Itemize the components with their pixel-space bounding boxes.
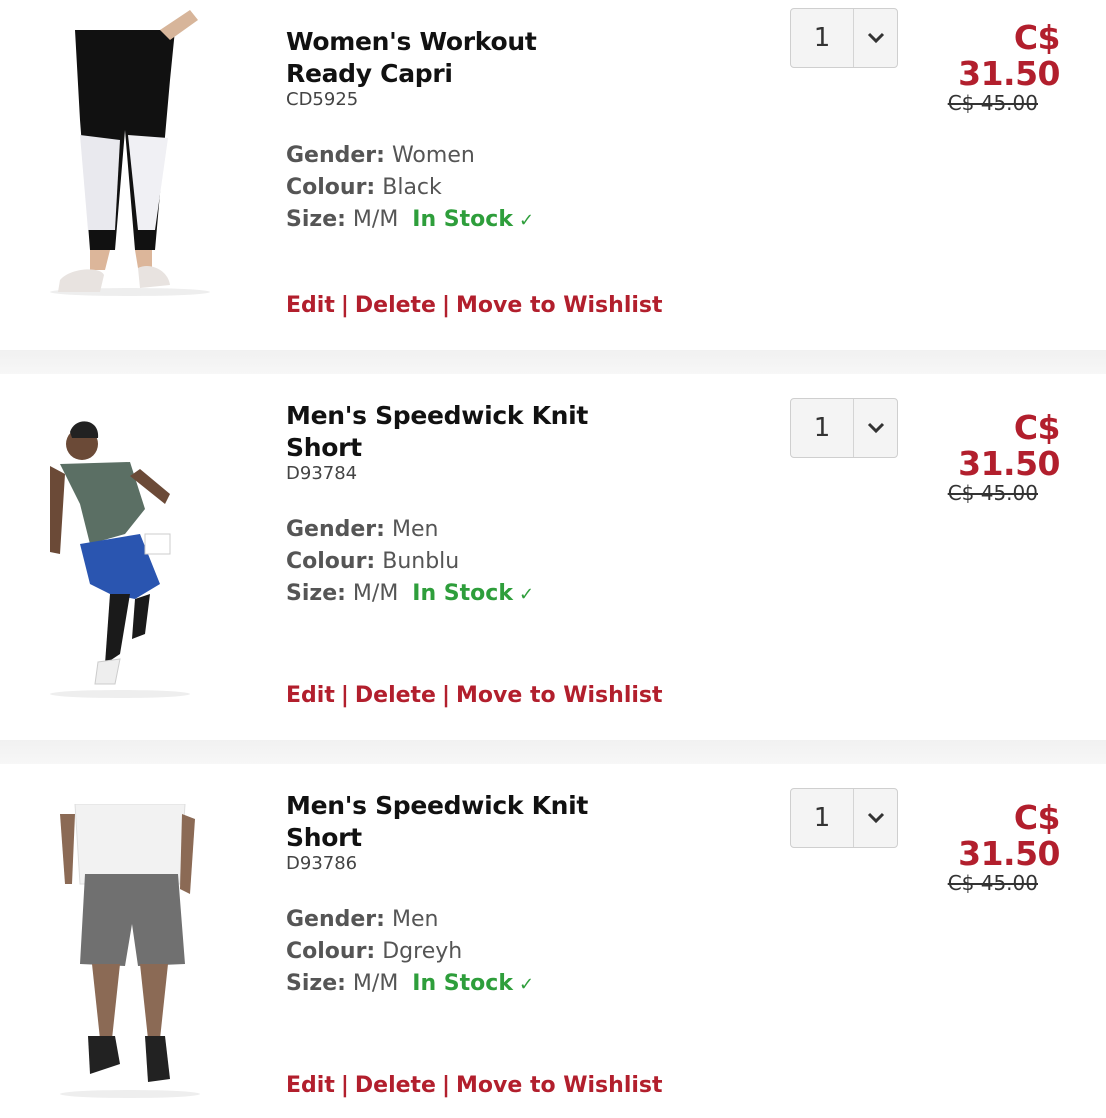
price-block: C$ 31.50 C$ 45.00 <box>910 18 1061 115</box>
sale-price: C$ 31.50 <box>958 408 1060 483</box>
chevron-down-icon[interactable] <box>854 399 897 457</box>
product-attributes: Gender: Women Colour: Black Size: M/M In … <box>286 140 646 237</box>
check-icon: ✓ <box>518 584 535 605</box>
original-price: C$ 45.00 <box>947 871 1038 895</box>
product-name[interactable]: Men's Speedwick Knit Short <box>286 790 626 854</box>
quantity-value: 1 <box>791 9 854 67</box>
colour-label: Colour: <box>286 549 376 574</box>
product-name[interactable]: Men's Speedwick Knit Short <box>286 400 626 464</box>
action-separator: | <box>340 1073 349 1098</box>
move-to-wishlist-link[interactable]: Move to Wishlist <box>456 683 662 708</box>
item-actions: Edit | Delete | Move to Wishlist <box>286 683 663 708</box>
size-value: M/M <box>352 581 399 606</box>
stock-status-label: In Stock <box>412 207 513 232</box>
price-block: C$ 31.50 C$ 45.00 <box>910 798 1061 895</box>
product-info: Men's Speedwick Knit Short D93784 Gender… <box>286 400 646 611</box>
item-divider <box>0 740 1106 764</box>
action-separator: | <box>441 293 451 318</box>
original-price: C$ 45.00 <box>947 91 1038 115</box>
gender-label: Gender: <box>286 517 385 542</box>
price-block: C$ 31.50 C$ 45.00 <box>910 408 1061 505</box>
sale-price: C$ 31.50 <box>958 18 1060 93</box>
check-icon: ✓ <box>518 974 535 995</box>
quantity-select[interactable]: 1 <box>790 788 898 848</box>
item-actions: Edit | Delete | Move to Wishlist <box>286 1073 663 1098</box>
delete-link[interactable]: Delete <box>355 1073 436 1098</box>
size-value: M/M <box>352 971 399 996</box>
stock-status-label: In Stock <box>412 581 513 606</box>
gender-label: Gender: <box>286 143 385 168</box>
stock-status: In Stock ✓ <box>412 581 534 606</box>
quantity-value: 1 <box>791 399 854 457</box>
stock-status-label: In Stock <box>412 971 513 996</box>
quantity-select[interactable]: 1 <box>790 398 898 458</box>
product-image[interactable] <box>20 0 255 300</box>
stock-status: In Stock ✓ <box>412 207 534 232</box>
original-price: C$ 45.00 <box>947 481 1038 505</box>
action-separator: | <box>441 683 451 708</box>
quantity-value: 1 <box>791 789 854 847</box>
move-to-wishlist-link[interactable]: Move to Wishlist <box>456 1073 662 1098</box>
gender-label: Gender: <box>286 907 385 932</box>
edit-link[interactable]: Edit <box>286 293 335 318</box>
chevron-down-icon[interactable] <box>854 9 897 67</box>
colour-label: Colour: <box>286 175 376 200</box>
quantity-select[interactable]: 1 <box>790 8 898 68</box>
product-sku: D93786 <box>286 853 358 874</box>
colour-label: Colour: <box>286 939 376 964</box>
gender-value: Men <box>391 907 439 932</box>
move-to-wishlist-link[interactable]: Move to Wishlist <box>456 293 662 318</box>
product-sku: D93784 <box>286 463 358 484</box>
cart-item: Women's Workout Ready Capri CD5925 Gende… <box>0 0 1106 350</box>
size-label: Size: <box>286 207 346 232</box>
delete-link[interactable]: Delete <box>355 683 436 708</box>
item-divider <box>0 350 1106 374</box>
product-attributes: Gender: Men Colour: Dgreyh Size: M/M In S… <box>286 904 646 1001</box>
size-value: M/M <box>352 207 399 232</box>
product-sku: CD5925 <box>286 89 359 110</box>
stock-status: In Stock ✓ <box>412 971 534 996</box>
product-info: Women's Workout Ready Capri CD5925 Gende… <box>286 26 646 237</box>
gender-value: Women <box>391 143 475 168</box>
chevron-down-icon[interactable] <box>854 789 897 847</box>
cart-item: Men's Speedwick Knit Short D93786 Gender… <box>0 764 1106 1118</box>
product-image[interactable] <box>20 404 255 704</box>
size-label: Size: <box>286 581 346 606</box>
cart-item: Men's Speedwick Knit Short D93784 Gender… <box>0 374 1106 740</box>
product-image[interactable] <box>20 804 255 1104</box>
edit-link[interactable]: Edit <box>286 683 335 708</box>
size-label: Size: <box>286 971 346 996</box>
product-info: Men's Speedwick Knit Short D93786 Gender… <box>286 790 646 1001</box>
colour-value: Bunblu <box>382 549 460 574</box>
colour-value: Dgreyh <box>382 939 463 964</box>
delete-link[interactable]: Delete <box>355 293 436 318</box>
action-separator: | <box>340 293 349 318</box>
product-attributes: Gender: Men Colour: Bunblu Size: M/M In S… <box>286 514 646 611</box>
action-separator: | <box>441 1073 451 1098</box>
item-actions: Edit | Delete | Move to Wishlist <box>286 293 663 318</box>
colour-value: Black <box>382 175 442 200</box>
product-name[interactable]: Women's Workout Ready Capri <box>286 26 626 90</box>
gender-value: Men <box>391 517 439 542</box>
edit-link[interactable]: Edit <box>286 1073 335 1098</box>
sale-price: C$ 31.50 <box>958 798 1060 873</box>
action-separator: | <box>340 683 349 708</box>
check-icon: ✓ <box>518 210 535 231</box>
